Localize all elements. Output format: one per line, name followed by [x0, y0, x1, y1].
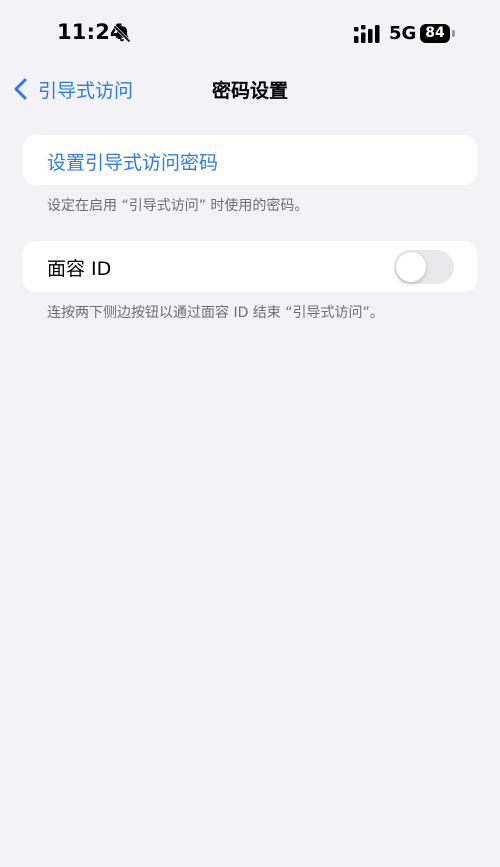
passcode-group: 设置引导式访问密码	[23, 135, 477, 185]
toggle-knob	[396, 252, 426, 282]
passcode-footer-note: 设定在启用 “引导式访问” 时使用的密码。	[47, 198, 309, 214]
faceid-footer-note: 连按两下侧边按钮以通过面容 ID 结束 “引导式访问”。	[47, 305, 384, 321]
bell-slash-icon	[113, 25, 131, 43]
faceid-group: 面容 ID	[23, 241, 477, 292]
navigation-bar: 引导式访问 密码设置	[0, 66, 500, 110]
faceid-label: 面容 ID	[47, 258, 112, 280]
faceid-toggle[interactable]	[394, 250, 454, 284]
battery-cap	[452, 30, 455, 37]
status-bar: 11:24 5G 84	[0, 0, 500, 66]
battery-icon: 84	[420, 24, 450, 43]
page-title: 密码设置	[211, 80, 288, 102]
network-type: 5G	[389, 23, 417, 44]
cellular-signal-icon	[354, 25, 380, 43]
set-passcode-button[interactable]: 设置引导式访问密码	[47, 148, 218, 175]
battery-level: 84	[425, 25, 445, 41]
screen: 11:24 5G 84 引导式访问 密码设置 设置引导式访问密码 设定在启用 “…	[0, 0, 500, 867]
